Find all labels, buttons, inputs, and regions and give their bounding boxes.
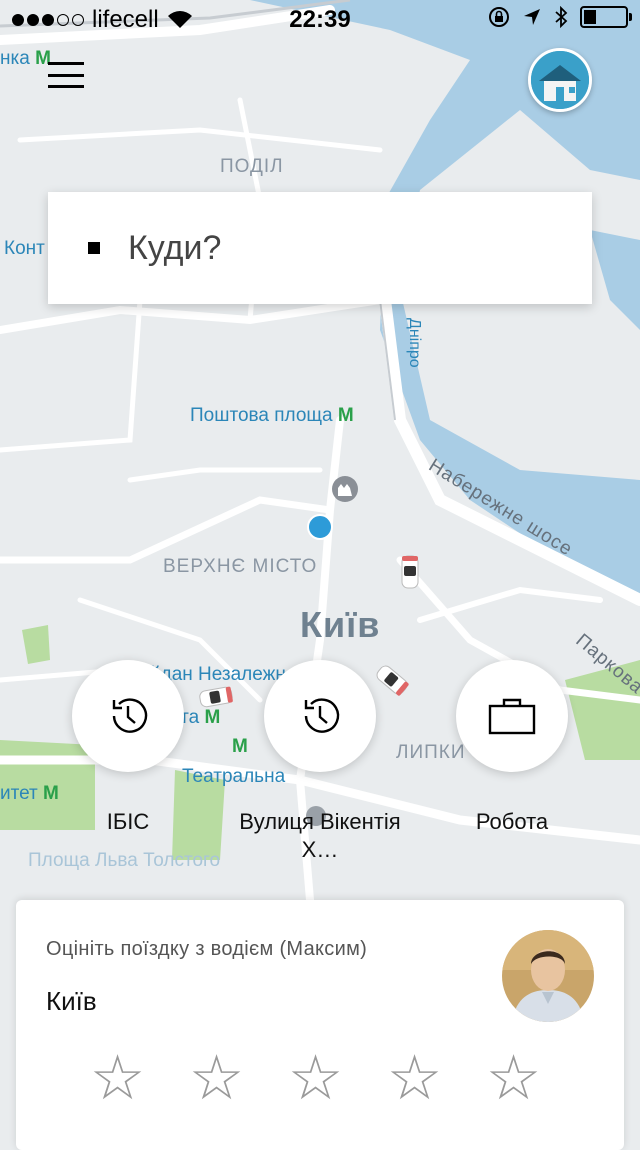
trip-destination: Київ <box>46 986 97 1016</box>
map-label-tolstoho: Площа Льва Толстого <box>28 850 221 871</box>
shortcut-ibis[interactable]: ІБІС <box>28 660 228 836</box>
destination-square-icon <box>88 242 100 254</box>
shortcut-street[interactable]: Вулиця Вікентія Х… <box>220 660 420 864</box>
user-location-dot <box>307 514 333 540</box>
star-outline-icon[interactable]: ☆ <box>88 1048 147 1110</box>
shortcut-label: ІБІС <box>106 809 150 834</box>
home-button[interactable] <box>528 48 592 112</box>
status-right <box>488 6 632 28</box>
rating-card: Оцініть поїздку з водієм (Максим) Київ ☆… <box>16 900 624 1150</box>
home-icon <box>531 51 589 109</box>
car-icon <box>401 555 419 589</box>
map-label-dnipro: Дніпро <box>406 318 423 368</box>
star-outline-icon[interactable]: ☆ <box>187 1048 246 1110</box>
briefcase-icon <box>488 698 536 735</box>
hamburger-menu-icon[interactable] <box>48 62 84 88</box>
map-label-poshtova: Поштова площа M <box>190 405 354 426</box>
map-label-nka: нка M <box>0 48 51 69</box>
shortcut-button[interactable] <box>456 660 568 772</box>
orientation-lock-icon <box>489 7 509 27</box>
location-arrow-icon <box>524 9 540 25</box>
driver-avatar <box>502 930 594 1022</box>
shortcut-label: Робота <box>475 809 549 834</box>
star-rating[interactable]: ☆ ☆ ☆ ☆ ☆ <box>88 1048 543 1110</box>
history-clock-icon <box>304 698 340 733</box>
shortcut-label: Вулиця Вікентія Х… <box>239 809 401 862</box>
destination-search-box[interactable]: Куди? <box>48 192 592 304</box>
destination-placeholder: Куди? <box>128 228 222 267</box>
star-outline-icon[interactable]: ☆ <box>484 1048 543 1110</box>
status-bar: lifecell 22:39 <box>0 0 640 40</box>
bluetooth-icon <box>555 6 568 28</box>
shortcut-button[interactable] <box>264 660 376 772</box>
rating-prompt: Оцініть поїздку з водієм (Максим) <box>46 938 368 960</box>
star-outline-icon[interactable]: ☆ <box>286 1048 345 1110</box>
map-label-kontr: Конт <box>4 238 45 259</box>
star-outline-icon[interactable]: ☆ <box>385 1048 444 1110</box>
shortcut-button[interactable] <box>72 660 184 772</box>
history-clock-icon <box>112 698 148 733</box>
battery-icon <box>580 6 632 28</box>
map-label-verkhne: ВЕРХНЄ МІСТО <box>163 556 318 577</box>
map-label-city: Київ <box>300 604 381 645</box>
shortcut-work[interactable]: Робота <box>412 660 612 836</box>
map-label-podil: ПОДІЛ <box>220 156 284 177</box>
